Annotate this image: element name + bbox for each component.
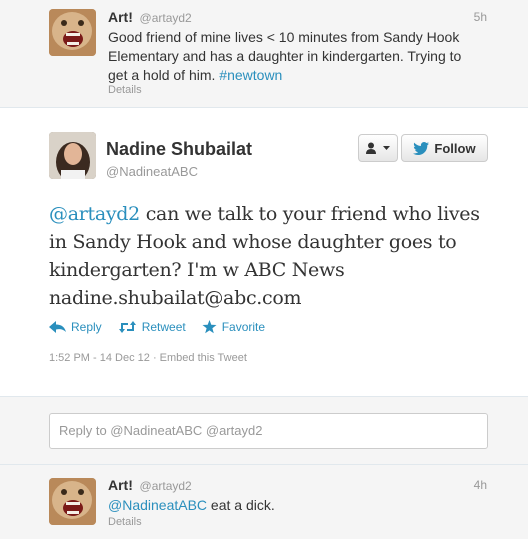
author-handle[interactable]: @NadineatABC bbox=[106, 164, 198, 179]
reply-icon bbox=[49, 321, 66, 333]
details-link[interactable]: Details bbox=[108, 516, 142, 528]
author-name[interactable]: Nadine Shubailat bbox=[106, 139, 252, 160]
retweet-icon bbox=[118, 321, 137, 333]
avatar[interactable] bbox=[49, 9, 96, 56]
tweet-actions: Reply Retweet Favorite bbox=[49, 320, 265, 334]
avatar[interactable] bbox=[49, 478, 96, 525]
tweet-timestamp[interactable]: 1:52 PM - 14 Dec 12 · Embed this Tweet bbox=[49, 352, 247, 364]
favorite-label: Favorite bbox=[221, 320, 266, 334]
mention-link[interactable]: @artayd2 bbox=[49, 203, 140, 225]
author-name[interactable]: Art! bbox=[108, 9, 133, 25]
main-tweet: Nadine Shubailat @NadineatABC Follow @ar… bbox=[0, 108, 528, 396]
author-handle[interactable]: @artayd2 bbox=[140, 479, 192, 493]
chevron-down-icon bbox=[383, 146, 390, 150]
author-handle[interactable]: @artayd2 bbox=[140, 11, 192, 25]
follow-label: Follow bbox=[434, 140, 476, 156]
user-actions-button[interactable] bbox=[358, 134, 398, 162]
details-link[interactable]: Details bbox=[108, 84, 142, 96]
twitter-bird-icon bbox=[413, 141, 430, 155]
mention-link[interactable]: @NadineatABC bbox=[108, 497, 207, 513]
tweet-text-fragment: get a hold of him. bbox=[108, 67, 220, 83]
favorite-button[interactable]: Favorite bbox=[202, 320, 265, 334]
tweet-text: @NadineatABC eat a dick. bbox=[108, 496, 488, 515]
reply-input[interactable]: Reply to @NadineatABC @artayd2 bbox=[49, 413, 488, 449]
tweet-text-body: eat a dick. bbox=[207, 497, 275, 513]
author-name[interactable]: Art! bbox=[108, 477, 133, 493]
tweet-text-line: get a hold of him. #newtown bbox=[108, 66, 488, 85]
retweet-label: Retweet bbox=[141, 320, 186, 334]
tweet-text-line: Elementary and has a daughter in kinderg… bbox=[108, 48, 462, 64]
user-icon bbox=[366, 142, 380, 154]
tweet-text: @artayd2 can we talk to your friend who … bbox=[49, 200, 499, 312]
tweet-art-2[interactable]: Art! @artayd2 4h @NadineatABC eat a dick… bbox=[0, 464, 528, 539]
reply-button[interactable]: Reply bbox=[49, 320, 102, 334]
tweet-time[interactable]: 4h bbox=[474, 478, 487, 492]
tweet-text: Good friend of mine lives < 10 minutes f… bbox=[108, 28, 488, 85]
avatar[interactable] bbox=[49, 132, 96, 179]
reply-label: Reply bbox=[71, 320, 102, 334]
tweet-text-line: Good friend of mine lives < 10 minutes f… bbox=[108, 29, 460, 45]
retweet-button[interactable]: Retweet bbox=[118, 320, 186, 334]
tweet-art-1[interactable]: Art! @artayd2 5h Good friend of mine liv… bbox=[0, 0, 528, 108]
reply-area: Reply to @NadineatABC @artayd2 bbox=[0, 396, 528, 465]
star-icon bbox=[202, 320, 217, 334]
tweet-time[interactable]: 5h bbox=[474, 10, 487, 24]
hashtag-link[interactable]: #newtown bbox=[219, 67, 282, 83]
follow-button[interactable]: Follow bbox=[401, 134, 488, 162]
